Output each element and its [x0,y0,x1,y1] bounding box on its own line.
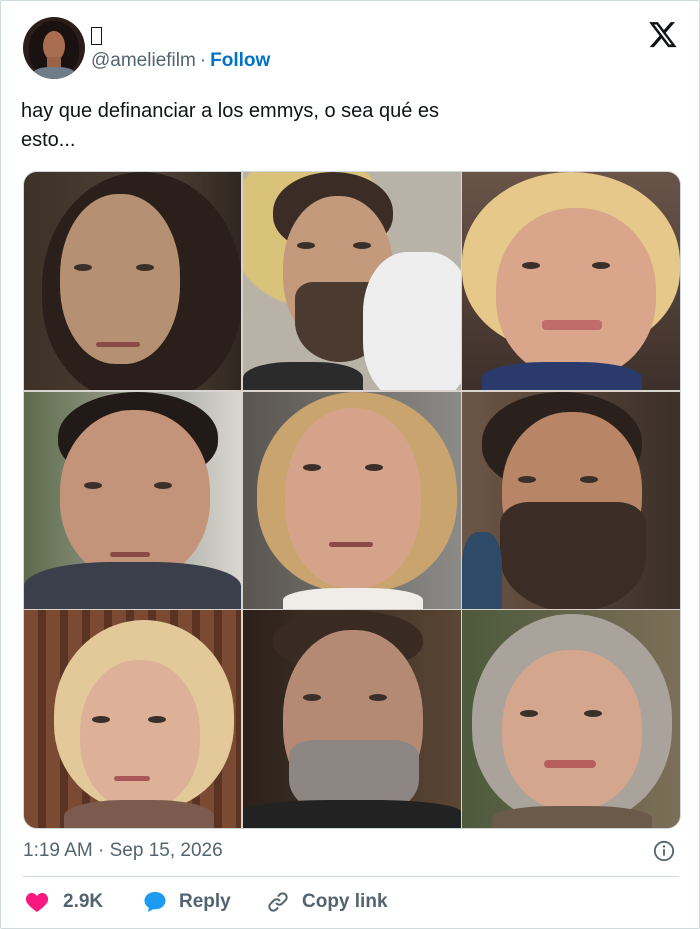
collage-photo [242,610,461,828]
copy-link-label: Copy link [302,891,388,912]
collage-photo [242,391,461,609]
like-count: 2.9K [63,891,104,912]
handle-separator: · [199,50,207,71]
tweet-text-line: hay que definanciar a los emmys, o sea q… [21,100,440,122]
info-icon[interactable] [653,840,675,862]
timestamp-separator: · [98,840,105,861]
author-handle-row: @ameliefilm · Follow [91,50,270,72]
collage-photo [462,610,680,828]
author-display-name[interactable] [91,23,111,49]
tweet-media-image[interactable] [23,171,681,829]
collage-photo [24,391,241,609]
tweet-time: 1:19 AM [23,840,93,861]
tweet-timestamp[interactable]: 1:19 AM · Sep 15, 2026 [23,840,223,862]
tweet-date: Sep 15, 2026 [109,840,223,861]
collage-photo [242,172,461,390]
like-button[interactable]: 2.9K [25,887,103,917]
link-icon [268,892,288,912]
author-avatar[interactable] [23,17,85,79]
missing-glyph-box [91,27,102,45]
collage-photo [462,391,680,609]
tweet-text: hay que definanciar a los emmys, o sea q… [21,97,521,155]
avatar-clothing [33,67,75,79]
reply-bubble-icon [144,892,166,912]
tweet-text-line: esto... [21,129,76,151]
heart-icon [25,893,49,912]
copy-link-button[interactable]: Copy link [266,887,388,917]
reply-button[interactable]: Reply [143,887,231,917]
reply-label: Reply [179,891,231,912]
collage-photo [24,610,241,828]
author-handle[interactable]: @ameliefilm [91,50,196,71]
collage-photo [462,172,680,390]
x-logo-icon[interactable] [647,19,679,49]
divider [23,876,679,877]
follow-button[interactable]: Follow [210,50,270,71]
collage-photo [24,172,241,390]
photo-collage-grid [24,172,680,828]
tweet-card: @ameliefilm · Follow hay que definanciar a… [0,0,700,929]
